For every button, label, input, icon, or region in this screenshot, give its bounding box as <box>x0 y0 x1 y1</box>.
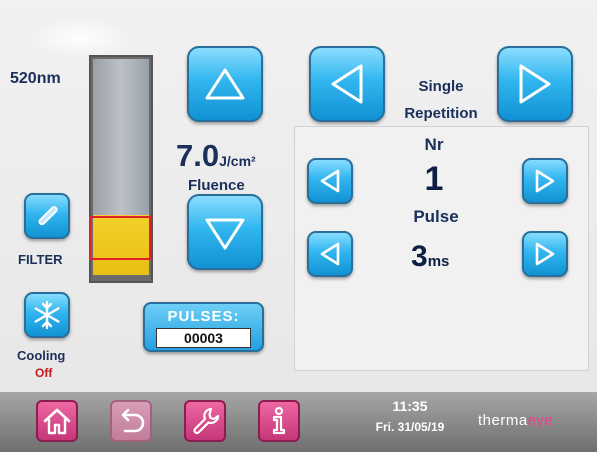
nr-decrease-button[interactable] <box>307 158 353 204</box>
clock: 11:35 Fri. 31/05/19 <box>360 398 460 434</box>
fluence-up-button[interactable] <box>187 46 263 122</box>
mode-line2: Repetition <box>404 105 478 122</box>
triangle-left-icon <box>320 242 340 266</box>
filter-label: FILTER <box>18 252 63 267</box>
brand-logo-part1: therma <box>478 412 528 429</box>
triangle-right-icon <box>519 64 551 104</box>
home-icon <box>43 408 71 435</box>
pulses-counter[interactable]: PULSES: 00003 <box>143 302 264 352</box>
pulses-value: 00003 <box>156 328 251 348</box>
pulse-value: 3 <box>411 240 428 273</box>
pencil-icon <box>38 206 58 226</box>
triangle-right-icon <box>535 169 555 193</box>
filter-selection-marker <box>89 216 151 260</box>
undo-arrow-icon <box>121 408 145 433</box>
back-button[interactable] <box>110 400 152 442</box>
triangle-up-icon <box>205 68 245 100</box>
clock-date: Fri. 31/05/19 <box>375 420 445 434</box>
pulse-unit: ms <box>427 253 450 270</box>
triangle-left-icon <box>320 169 340 193</box>
pulse-readout: 3ms <box>411 240 449 274</box>
fluence-unit: J/cm² <box>219 153 256 169</box>
home-button[interactable] <box>36 400 78 442</box>
pulse-decrease-button[interactable] <box>307 231 353 277</box>
fluence-label: Fluence <box>188 177 245 194</box>
clock-time: 11:35 <box>392 398 428 414</box>
mode-line1: Single <box>418 78 464 95</box>
pulse-label: Pulse <box>413 207 459 226</box>
triangle-left-icon <box>331 64 363 104</box>
cooling-button[interactable] <box>24 292 70 338</box>
mode-prev-button[interactable] <box>309 46 385 122</box>
wrench-icon <box>193 407 220 435</box>
pulse-increase-button[interactable] <box>522 231 568 277</box>
filter-button[interactable] <box>24 193 70 239</box>
nr-value: 1 <box>424 160 444 198</box>
snowflake-icon <box>34 300 60 330</box>
triangle-right-icon <box>535 242 555 266</box>
info-button[interactable] <box>258 400 300 442</box>
filter-bar[interactable] <box>89 55 153 283</box>
nr-increase-button[interactable] <box>522 158 568 204</box>
mode-next-button[interactable] <box>497 46 573 122</box>
pulses-label: PULSES: <box>167 308 240 325</box>
cooling-state: Off <box>35 366 53 380</box>
screen: 520nm FILTER Cooling Off 7.0J/cm² Fluenc… <box>0 0 597 452</box>
fluence-value: 7.0 <box>176 138 220 173</box>
wavelength-label: 520nm <box>10 70 61 87</box>
cooling-label: Cooling <box>17 348 66 363</box>
screen-glare <box>25 18 135 58</box>
nr-label: Nr <box>424 135 444 154</box>
triangle-down-icon <box>205 218 245 250</box>
brand-logo: thermaeye <box>478 412 553 429</box>
fluence-readout: 7.0J/cm² <box>176 138 256 174</box>
brand-logo-part2: eye <box>527 412 554 429</box>
info-icon <box>272 406 286 435</box>
fluence-down-button[interactable] <box>187 194 263 270</box>
settings-button[interactable] <box>184 400 226 442</box>
